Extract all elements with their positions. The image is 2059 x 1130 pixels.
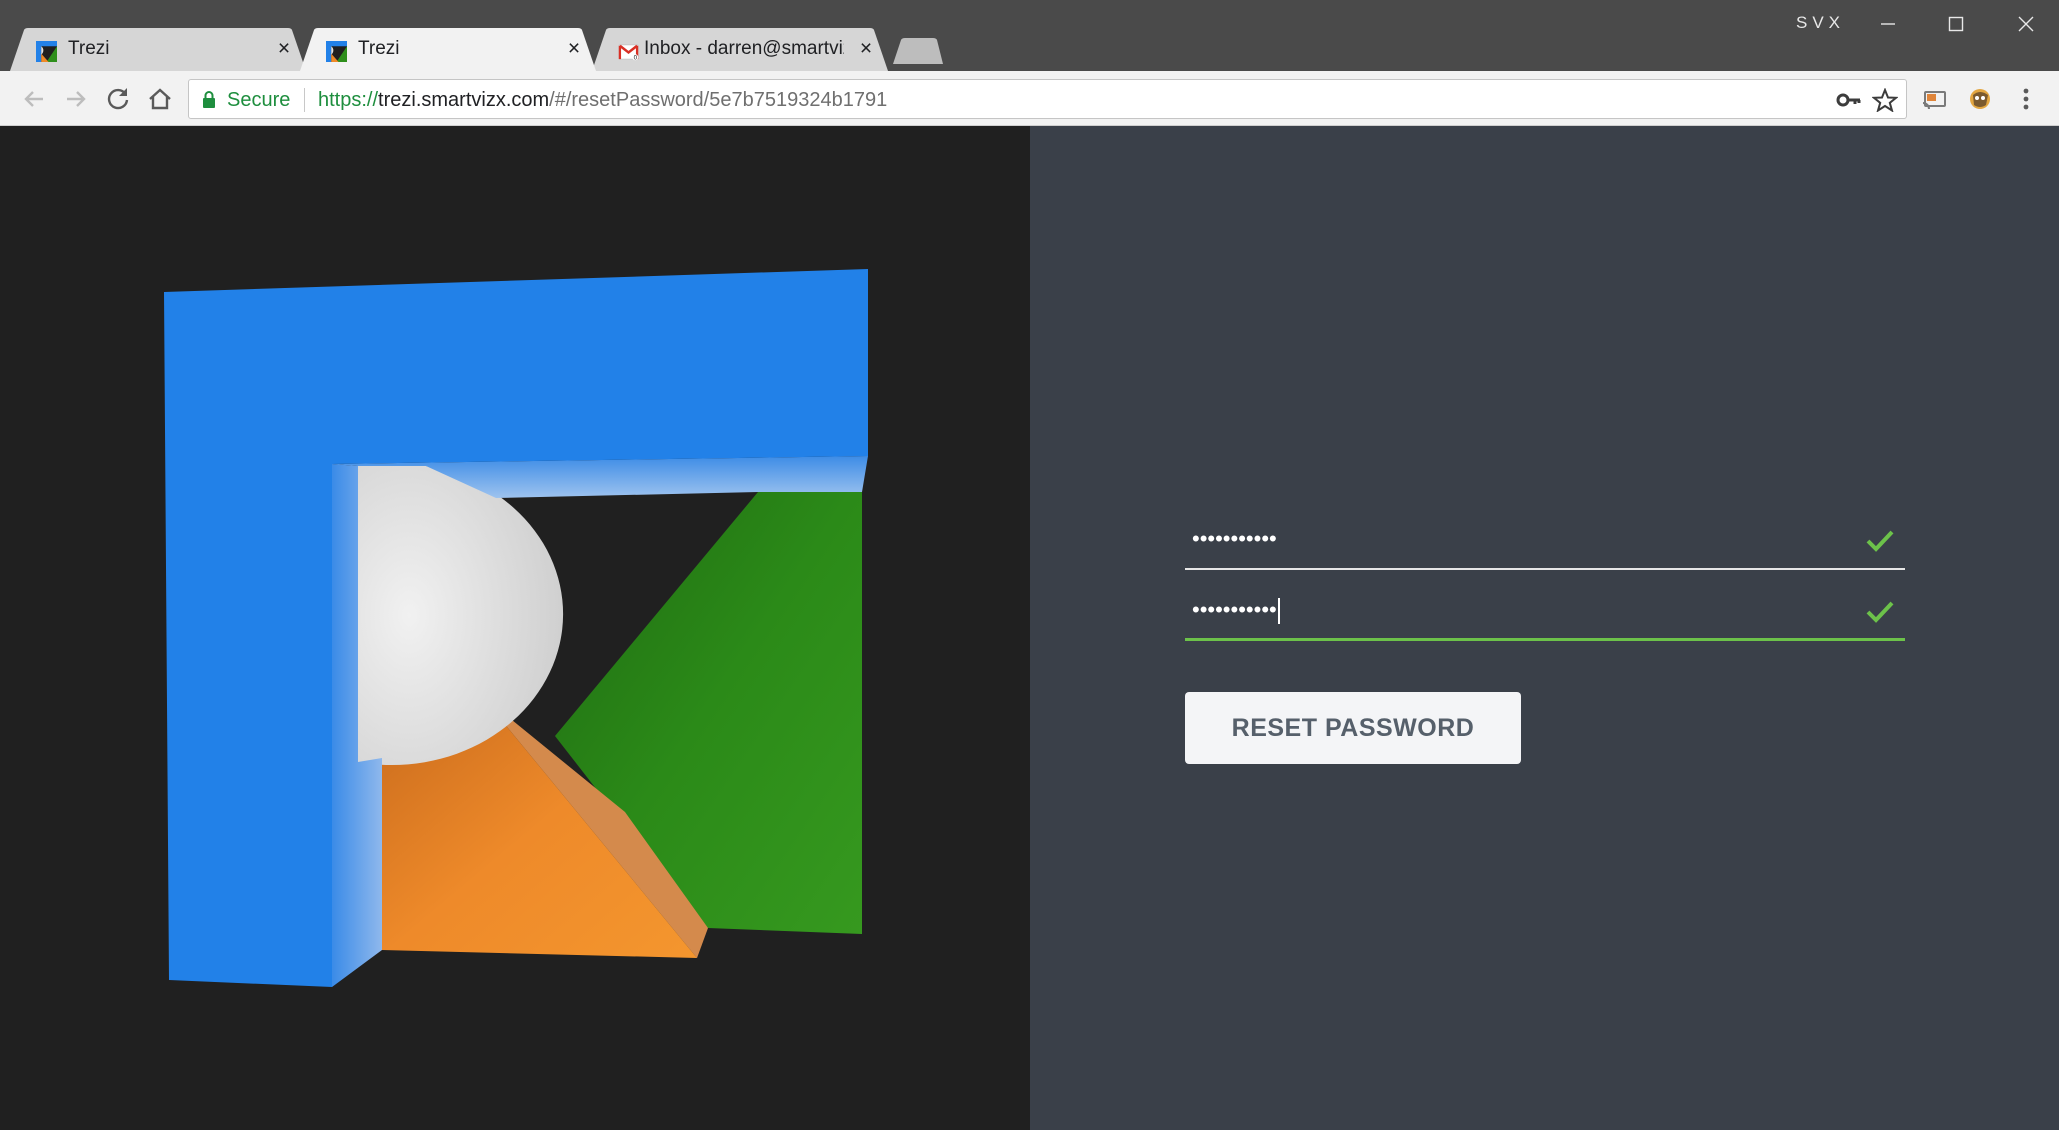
star-icon[interactable] — [1872, 88, 1898, 112]
back-arrow-icon — [24, 91, 43, 107]
extension-icon — [1970, 89, 1990, 109]
url-host: trezi.smartvizx.com — [378, 89, 550, 111]
lock-icon — [203, 91, 215, 108]
tab-title: Inbox - darren@smartvizx — [644, 38, 844, 59]
field-underline-focused — [1185, 638, 1905, 641]
back-button[interactable] — [18, 83, 50, 115]
close-window-button[interactable] — [1998, 6, 2054, 42]
tab-close-icon[interactable]: × — [562, 37, 586, 61]
address-bar[interactable]: Secure https://trezi.smartvizx.com/#/res… — [188, 79, 1907, 119]
maximize-icon — [1948, 16, 1964, 32]
tab-title: Trezi — [358, 38, 400, 59]
extension-button[interactable] — [1964, 83, 1996, 115]
tab-close-icon[interactable]: × — [854, 37, 878, 61]
reload-button[interactable] — [102, 83, 134, 115]
valid-check-icon — [1866, 530, 1894, 552]
confirm-password-field[interactable]: ••••••••••• — [1185, 593, 1905, 641]
url-path: /#/resetPassword/5e7b7519324b1791 — [549, 89, 888, 111]
tab-gmail-inbox[interactable]: 0 Inbox - darren@smartvizx × — [592, 28, 888, 71]
browser-menu-button[interactable] — [2010, 83, 2042, 115]
secure-label: Secure — [227, 89, 291, 111]
brand-panel — [0, 126, 1030, 1130]
reload-icon — [107, 88, 129, 110]
menu-dots-icon — [2023, 88, 2029, 110]
gmail-icon: 0 — [618, 44, 639, 62]
forward-arrow-icon — [67, 91, 86, 107]
reset-password-panel: ••••••••••• ••••••••••• RESET PASSWORD — [1030, 126, 2059, 1130]
browser-toolbar: Secure https://trezi.smartvizx.com/#/res… — [0, 71, 2059, 126]
url-text: https://trezi.smartvizx.com/#/resetPassw… — [318, 89, 887, 112]
omnibox-divider — [304, 88, 305, 112]
home-button[interactable] — [144, 83, 176, 115]
tab-trezi-active[interactable]: Trezi × — [300, 28, 596, 71]
confirm-password-input[interactable]: ••••••••••• — [1192, 597, 1280, 625]
minimize-icon — [1881, 23, 1895, 25]
trezi-3d-logo — [164, 269, 868, 987]
cast-icon — [1922, 91, 1946, 110]
browser-titlebar: Trezi × 0 Inbox - darren@smartvizx × Tre… — [0, 0, 2059, 71]
forward-button[interactable] — [60, 83, 92, 115]
tab-title: Trezi — [68, 38, 110, 59]
confirm-password-mask: ••••••••••• — [1192, 597, 1277, 622]
tab-close-icon[interactable]: × — [272, 37, 296, 61]
logo-white-piece — [358, 466, 564, 765]
close-icon — [2018, 16, 2034, 32]
profile-name[interactable]: SVX — [1796, 13, 1845, 33]
reset-password-button[interactable]: RESET PASSWORD — [1185, 692, 1521, 764]
home-icon — [149, 88, 171, 110]
field-underline — [1185, 568, 1905, 570]
trezi-logo-icon — [326, 41, 347, 62]
svg-text:0: 0 — [634, 56, 638, 62]
url-scheme: https:// — [318, 89, 379, 111]
maximize-button[interactable] — [1928, 6, 1984, 42]
trezi-logo-icon — [36, 41, 57, 62]
tab-trezi-1[interactable]: Trezi × — [10, 28, 306, 71]
new-tab-button[interactable] — [893, 38, 943, 64]
valid-check-icon — [1866, 601, 1894, 623]
text-caret — [1277, 598, 1280, 625]
minimize-button[interactable] — [1860, 6, 1916, 42]
cast-button[interactable] — [1919, 83, 1951, 115]
key-icon[interactable] — [1836, 88, 1862, 112]
new-password-field[interactable]: ••••••••••• — [1185, 522, 1905, 570]
new-password-input[interactable]: ••••••••••• — [1192, 526, 1277, 552]
